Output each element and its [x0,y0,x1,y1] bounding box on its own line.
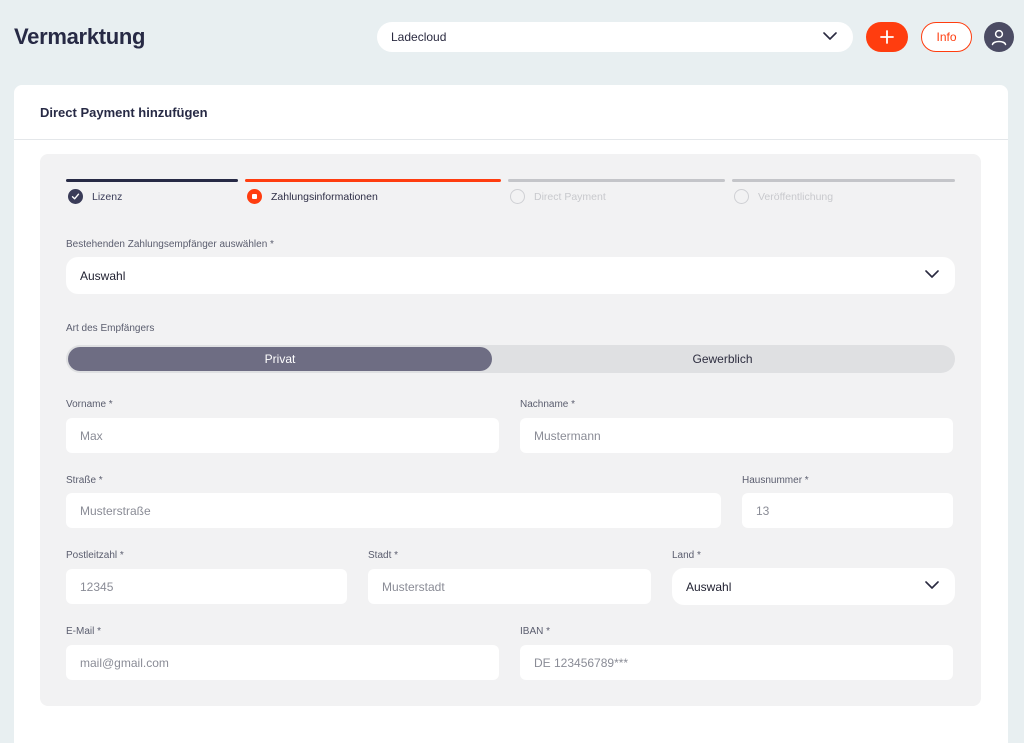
toggle-option-privat[interactable]: Privat [68,347,492,371]
step-label: Veröffentlichung [758,191,834,203]
pending-step-icon [510,189,525,204]
lastname-input[interactable]: Mustermann [520,418,953,453]
step-label: Lizenz [92,191,123,203]
chevron-down-icon [925,270,939,278]
email-label: E-Mail * [66,626,102,637]
chevron-down-icon [925,581,939,589]
user-avatar[interactable] [984,22,1014,52]
user-icon [991,29,1007,46]
step-lizenz[interactable]: Lizenz [66,179,238,209]
organization-select[interactable]: Ladecloud [377,22,853,52]
plus-icon [880,30,894,44]
step-progress-bar [245,179,501,182]
step-progress-bar [508,179,725,182]
iban-input[interactable]: DE 123456789*** [520,645,953,680]
firstname-label: Vorname * [66,399,113,410]
zip-label: Postleitzahl * [66,550,124,561]
card-title: Direct Payment hinzufügen [14,85,1008,140]
country-select-value: Auswahl [686,579,732,594]
housenumber-label: Hausnummer * [742,475,809,486]
payment-form: Lizenz Zahlungsinformationen Direct Paym… [40,154,981,706]
active-step-icon [247,189,262,204]
street-label: Straße * [66,475,103,486]
country-label: Land * [672,550,701,561]
country-select[interactable]: Auswahl [672,568,955,605]
city-label: Stadt * [368,550,399,561]
zip-input[interactable]: 12345 [66,569,347,604]
organization-select-value: Ladecloud [391,30,447,44]
iban-label: IBAN * [520,626,551,637]
step-veroeffentlichung[interactable]: Veröffentlichung [732,179,955,209]
recipient-type-toggle: Privat Gewerblich [66,345,955,373]
chevron-down-icon [823,32,837,40]
lastname-label: Nachname * [520,399,576,410]
pending-step-icon [734,189,749,204]
toggle-option-gewerblich[interactable]: Gewerblich [492,347,953,371]
existing-recipient-value: Auswahl [80,268,126,283]
street-input[interactable]: Musterstraße [66,493,721,528]
main-card: Direct Payment hinzufügen Lizenz Zahlung… [14,85,1008,743]
step-label: Zahlungsinformationen [271,191,378,203]
firstname-input[interactable]: Max [66,418,499,453]
add-button[interactable] [866,22,908,52]
recipient-type-label: Art des Empfängers [66,323,155,334]
existing-recipient-select[interactable]: Auswahl [66,257,955,294]
info-button[interactable]: Info [921,22,972,52]
existing-recipient-label: Bestehenden Zahlungsempfänger auswählen … [66,239,274,250]
city-input[interactable]: Musterstadt [368,569,651,604]
step-label: Direct Payment [534,191,606,203]
step-direct-payment[interactable]: Direct Payment [508,179,725,209]
page-title: Vermarktung [14,24,146,49]
step-progress-bar [732,179,955,182]
housenumber-input[interactable]: 13 [742,493,953,528]
email-input[interactable]: mail@gmail.com [66,645,499,680]
check-icon [68,189,83,204]
step-zahlungsinformationen[interactable]: Zahlungsinformationen [245,179,501,209]
step-progress-bar [66,179,238,182]
